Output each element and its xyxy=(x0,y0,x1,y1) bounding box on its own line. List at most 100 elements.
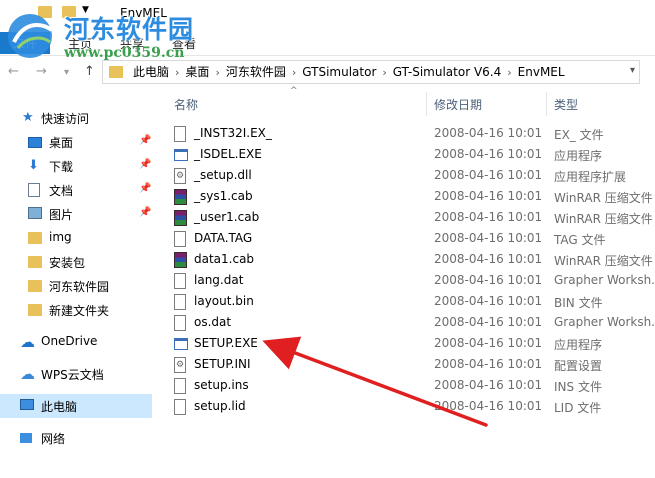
breadcrumb-separator[interactable]: › xyxy=(175,62,179,84)
file-row[interactable]: os.dat 2008-04-16 10:01 Grapher Worksh... xyxy=(160,312,655,333)
sidebar-item-label: 河东软件园 xyxy=(49,280,110,294)
address-bar[interactable]: 此电脑 › 桌面 › 河东软件园 › GTSimulator › GT-Simulator V6… xyxy=(102,60,640,84)
up-button[interactable]: ↑ xyxy=(84,64,95,79)
file-name: layout.bin xyxy=(194,294,254,308)
column-divider[interactable] xyxy=(426,92,427,116)
breadcrumb: 此电脑 › 桌面 › 河东软件园 › GTSimulator › GT-Simulator V6… xyxy=(133,61,565,83)
blank-file-icon xyxy=(174,126,186,142)
download-icon: ⬇ xyxy=(28,158,39,173)
breadcrumb-item[interactable]: EnvMEL xyxy=(518,61,565,83)
file-name: os.dat xyxy=(194,315,232,329)
winrar-icon xyxy=(174,189,187,205)
sidebar-item-label: 图片 xyxy=(49,208,74,222)
exe-icon xyxy=(174,149,188,161)
breadcrumb-separator[interactable]: › xyxy=(215,62,219,84)
file-row[interactable]: setup.ins 2008-04-16 10:01 INS 文件 xyxy=(160,375,655,396)
file-name: SETUP.INI xyxy=(194,357,251,371)
file-name: _sys1.cab xyxy=(194,189,253,203)
breadcrumb-item[interactable]: 此电脑 xyxy=(133,61,169,83)
folder-icon xyxy=(28,280,42,292)
file-date: 2008-04-16 10:01 xyxy=(434,252,543,266)
file-date: 2008-04-16 10:01 xyxy=(434,315,543,329)
forward-button[interactable]: → xyxy=(36,64,47,79)
breadcrumb-separator[interactable]: › xyxy=(292,62,296,84)
file-date: 2008-04-16 10:01 xyxy=(434,210,543,224)
blank-file-icon xyxy=(174,378,186,394)
sidebar-item-item-3[interactable]: 文档 📌 xyxy=(0,178,152,202)
column-header-type[interactable]: 类型 xyxy=(554,96,578,113)
file-row[interactable]: lang.dat 2008-04-16 10:01 Grapher Worksh..… xyxy=(160,270,655,291)
sidebar-item-label: WPS云文档 xyxy=(41,368,104,382)
file-row[interactable]: ⚙ SETUP.INI 2008-04-16 10:01 配置设置 xyxy=(160,354,655,375)
sidebar-item-onedrive[interactable]: ☁ OneDrive xyxy=(0,330,152,354)
pin-icon[interactable]: 📌 xyxy=(139,183,151,194)
breadcrumb-item[interactable]: 桌面 xyxy=(185,61,209,83)
file-row[interactable]: data1.cab 2008-04-16 10:01 WinRAR 压缩文件 xyxy=(160,249,655,270)
sidebar-item-item-4[interactable]: 图片 📌 xyxy=(0,202,152,226)
file-row[interactable]: layout.bin 2008-04-16 10:01 BIN 文件 xyxy=(160,291,655,312)
folder-icon xyxy=(28,232,42,244)
sidebar-item-item-12[interactable]: 网络 xyxy=(0,426,152,450)
address-dropdown[interactable]: ▾ xyxy=(630,65,635,76)
file-name: _INST32I.EX_ xyxy=(194,126,272,140)
back-button[interactable]: ← xyxy=(8,64,19,79)
column-header-date[interactable]: 修改日期 xyxy=(434,96,482,113)
pin-icon[interactable]: 📌 xyxy=(139,159,151,170)
file-name: data1.cab xyxy=(194,252,255,266)
winrar-icon xyxy=(174,210,187,226)
sidebar-item-img[interactable]: img xyxy=(0,226,152,250)
breadcrumb-separator[interactable]: › xyxy=(382,62,386,84)
document-icon xyxy=(28,183,40,197)
file-type: WinRAR 压缩文件 xyxy=(554,212,653,226)
sidebar-item-item-8[interactable]: 新建文件夹 xyxy=(0,298,152,322)
pin-icon[interactable]: 📌 xyxy=(139,135,151,146)
sidebar-item-item-2[interactable]: ⬇ 下载 📌 xyxy=(0,154,152,178)
pin-icon[interactable]: 📌 xyxy=(139,207,151,218)
file-date: 2008-04-16 10:01 xyxy=(434,273,543,287)
file-row[interactable]: _ISDEL.EXE 2008-04-16 10:01 应用程序 xyxy=(160,144,655,165)
sidebar-item-label: 网络 xyxy=(41,432,66,446)
wps-cloud-icon: ☁ xyxy=(20,365,35,383)
watermark-name: 河东软件园 xyxy=(64,15,195,44)
file-row[interactable]: _sys1.cab 2008-04-16 10:01 WinRAR 压缩文件 xyxy=(160,186,655,207)
breadcrumb-item[interactable]: 河东软件园 xyxy=(226,61,286,83)
file-row[interactable]: ⚙ _setup.dll 2008-04-16 10:01 应用程序扩展 xyxy=(160,165,655,186)
sidebar-item-item-6[interactable]: 安装包 xyxy=(0,250,152,274)
file-type: INS 文件 xyxy=(554,380,602,394)
ini-icon: ⚙ xyxy=(174,357,186,373)
navigation-pane: ★ 快速访问 桌面 📌 ⬇ 下载 📌 文档 📌 图片 📌 img 安装包河东软件园新建文件夹 ☁ OneDr… xyxy=(0,100,160,478)
breadcrumb-item[interactable]: GT-Simulator V6.4 xyxy=(393,61,501,83)
file-list: ^ 名称 修改日期 类型 _INST32I.EX_ 2008-04-16 10:0… xyxy=(160,86,655,478)
file-row[interactable]: _user1.cab 2008-04-16 10:01 WinRAR 压缩文件 xyxy=(160,207,655,228)
file-name: _ISDEL.EXE xyxy=(194,147,262,161)
recent-locations-button[interactable]: ▾ xyxy=(64,67,69,78)
desktop-icon xyxy=(28,137,42,148)
sidebar-item-item-11[interactable]: 此电脑 xyxy=(0,394,152,418)
file-date: 2008-04-16 10:01 xyxy=(434,357,543,371)
file-row[interactable]: DATA.TAG 2008-04-16 10:01 TAG 文件 xyxy=(160,228,655,249)
file-row[interactable]: _INST32I.EX_ 2008-04-16 10:01 EX_ 文件 xyxy=(160,123,655,144)
sidebar-item-item-0[interactable]: ★ 快速访问 xyxy=(0,106,152,130)
sidebar-item-item-1[interactable]: 桌面 📌 xyxy=(0,130,152,154)
sidebar-item-label: 安装包 xyxy=(49,256,86,270)
blank-file-icon xyxy=(174,294,186,310)
sidebar-item-item-7[interactable]: 河东软件园 xyxy=(0,274,152,298)
file-row[interactable]: SETUP.EXE 2008-04-16 10:01 应用程序 xyxy=(160,333,655,354)
watermark-logo-icon xyxy=(8,14,54,58)
file-date: 2008-04-16 10:01 xyxy=(434,126,543,140)
sidebar-item-label: 下载 xyxy=(49,160,74,174)
file-date: 2008-04-16 10:01 xyxy=(434,147,543,161)
sidebar-item-label: img xyxy=(49,230,72,244)
file-date: 2008-04-16 10:01 xyxy=(434,399,543,413)
file-row[interactable]: setup.lid 2008-04-16 10:01 LID 文件 xyxy=(160,396,655,417)
breadcrumb-separator[interactable]: › xyxy=(507,62,511,84)
breadcrumb-item[interactable]: GTSimulator xyxy=(302,61,376,83)
blank-file-icon xyxy=(174,315,186,331)
file-date: 2008-04-16 10:01 xyxy=(434,378,543,392)
sidebar-item-wps[interactable]: ☁ WPS云文档 xyxy=(0,362,152,386)
column-header-name[interactable]: 名称 xyxy=(174,96,198,113)
network-icon xyxy=(20,433,32,443)
column-divider[interactable] xyxy=(546,92,547,116)
star-icon: ★ xyxy=(22,110,34,125)
sidebar-item-label: 文档 xyxy=(49,184,74,198)
